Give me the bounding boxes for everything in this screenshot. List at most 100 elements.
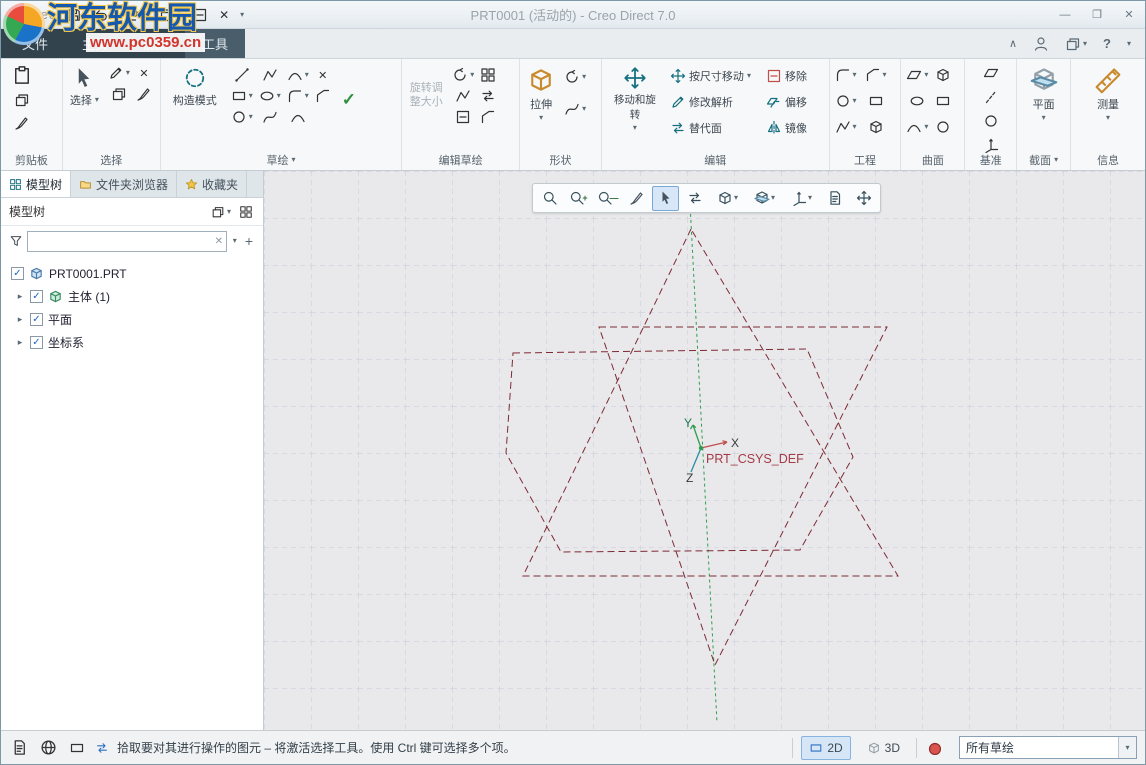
spin-center-button[interactable] [850,186,877,211]
sketch-ellipse-icon[interactable]: ▾ [257,87,283,105]
saved-orientations-button[interactable]: ▾ [710,186,745,211]
select-layers-button[interactable] [106,85,132,103]
web-browser-icon[interactable] [38,738,59,757]
graphics-area[interactable]: Y X Z PRT_CSYS_DEF + — ▾ ▾ ▾ [264,171,1145,730]
select-mode-button[interactable] [652,186,679,211]
minimize-ribbon-button[interactable]: ∧ [1007,36,1019,51]
mirror-button[interactable]: 镜像 [764,119,809,137]
tree-row-csys[interactable]: ▸ ✓ 坐标系 [1,331,263,354]
sketch-fillet-icon[interactable]: ▾ [285,87,311,105]
move-rotate-button[interactable]: 移动和旋转 ▾ [605,64,665,134]
trim-sketch-icon[interactable] [450,87,476,105]
regeneration-status-icon[interactable] [925,740,943,756]
datum-axis-button[interactable] [981,88,1001,106]
add-filter-button[interactable]: + [243,232,255,250]
flyout-arrow-icon[interactable]: ▾ [291,156,295,164]
sketch-geometry[interactable]: Y X Z PRT_CSYS_DEF [264,171,1145,730]
replace-face-button[interactable]: 替代面 [668,119,724,137]
sketch-delete-icon[interactable]: ✕ [313,68,333,83]
share-button[interactable]: ▾ [1063,35,1089,53]
sketch-polyline-icon[interactable] [257,66,283,84]
datum-plane-button[interactable] [981,64,1001,82]
tab-view[interactable]: 视图 [125,29,185,58]
sweep-button[interactable]: ▾ [562,100,588,118]
window-manager-button[interactable]: ▾ [157,6,183,24]
sketch-circle-icon[interactable]: ▾ [229,108,255,126]
mode-3d-button[interactable]: 3D [859,736,908,760]
construction-mode-button[interactable]: 构造模式 [164,64,226,110]
sketch-grid-icon[interactable] [478,66,498,84]
surface-cube-button[interactable] [933,66,953,84]
sketch-arc2-icon[interactable] [285,108,311,126]
maximize-button[interactable]: ❐ [1081,3,1113,27]
help-button[interactable]: ? [1101,35,1113,52]
clear-search-icon[interactable]: ✕ [211,236,227,247]
expander-icon[interactable]: ▸ [15,337,25,348]
refit-button[interactable] [536,186,563,211]
format-painter-button[interactable] [12,114,32,132]
copy-button[interactable] [12,91,32,109]
tab-home[interactable]: 主页 [65,29,125,58]
triangle-up[interactable] [523,229,898,576]
extrude-button[interactable]: 拉伸 ▾ [523,64,559,124]
paste-button[interactable] [10,64,34,86]
round-button[interactable]: ▾ [833,66,859,84]
undo-button[interactable]: ▾ [91,6,117,24]
cancel-button[interactable]: ✕ [217,7,231,23]
save-button[interactable] [64,6,84,24]
csys-name-label[interactable]: PRT_CSYS_DEF [706,452,804,466]
tree-settings-button[interactable]: ▾ [209,204,233,220]
surface-rect-button[interactable] [933,92,953,110]
sketch-rectangle-icon[interactable]: ▾ [229,87,255,105]
corner-sketch-icon[interactable] [478,108,498,126]
tree-columns-button[interactable] [237,204,255,220]
tab-tools[interactable]: 工具 [185,29,245,58]
customize-qat-button[interactable]: ▾ [238,10,246,20]
select-filter-button[interactable]: ▾ [106,64,132,82]
accept-button[interactable] [190,6,210,24]
tree-row-planes[interactable]: ▸ ✓ 平面 [1,308,263,331]
checkbox-checked[interactable]: ✓ [11,267,24,280]
close-button[interactable]: ✕ [1113,3,1145,27]
shell-button[interactable] [863,92,889,110]
section-plane-button[interactable]: 平面 ▾ [1026,64,1062,124]
hole-button[interactable]: ▾ [833,92,859,110]
mode-2d-button[interactable]: 2D [801,736,850,760]
modify-analytic-button[interactable]: 修改解析 [668,93,735,111]
select-clear-button[interactable]: ✕ [134,66,154,81]
redo-button[interactable]: ▾ [124,6,150,24]
flyout-arrow-icon[interactable]: ▾ [1054,156,1058,164]
datum-display-button[interactable]: ▾ [784,186,819,211]
checkbox-checked[interactable]: ✓ [30,290,43,303]
revolve-button[interactable]: ▾ [562,68,588,86]
sketch-chamfer-icon[interactable] [313,87,333,105]
user-account-icon[interactable] [1031,35,1051,53]
tab-model-tree[interactable]: 模型树 [1,171,71,197]
triangle-down[interactable] [599,327,887,665]
hexagon[interactable] [506,349,853,552]
sketch-ok-icon[interactable]: ✓ [342,90,356,110]
search-options-arrow[interactable]: ▾ [231,236,239,246]
move-by-dimension-button[interactable]: 按尺寸移动▾ [668,67,753,85]
surface-circle-button[interactable] [933,118,953,136]
sketch-spline-icon[interactable] [257,108,283,126]
checkbox-checked[interactable]: ✓ [30,313,43,326]
rib-button[interactable]: ▾ [833,118,859,136]
measure-button[interactable]: 测量 ▾ [1090,64,1126,124]
sketch-filter-combobox[interactable]: 所有草绘 ▾ [959,736,1137,759]
sketch-line-icon[interactable] [229,66,255,84]
swap-sketch-icon[interactable] [478,87,498,105]
offset-button[interactable]: 偏移 [764,93,809,111]
surface-ellipse-button[interactable] [904,92,930,110]
draft-button[interactable] [863,118,889,136]
expander-icon[interactable]: ▸ [15,314,25,325]
tree-row-part[interactable]: ✓ PRT0001.PRT [1,262,263,285]
zoom-in-button[interactable]: + [565,186,592,211]
repaint-button[interactable] [623,186,650,211]
modify-sketch-icon[interactable]: ▾ [450,66,476,84]
surface-arc-button[interactable]: ▾ [904,118,930,136]
zoom-out-button[interactable]: — [594,186,621,211]
tab-folder-browser[interactable]: 文件夹浏览器 [71,171,177,197]
drawing-tray-icon[interactable] [67,739,87,757]
message-log-icon[interactable] [9,738,30,757]
